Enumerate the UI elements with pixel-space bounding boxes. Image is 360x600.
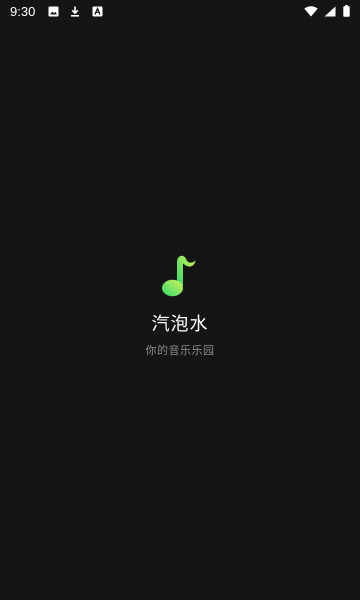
music-note-icon (162, 255, 196, 297)
download-icon (69, 5, 81, 17)
status-bar-right (304, 5, 350, 17)
status-bar-left: 9:30 (10, 4, 103, 19)
notification-app-icon (91, 5, 103, 17)
splash-content: 汽泡水 你的音乐乐园 (0, 252, 360, 358)
signal-icon (324, 5, 336, 17)
image-icon (47, 5, 59, 17)
battery-icon (342, 5, 350, 17)
app-tagline: 你的音乐乐园 (145, 344, 215, 357)
app-title: 汽泡水 (151, 314, 209, 335)
wifi-icon (304, 5, 318, 17)
status-bar: 9:30 (0, 0, 360, 22)
status-time: 9:30 (10, 3, 36, 19)
